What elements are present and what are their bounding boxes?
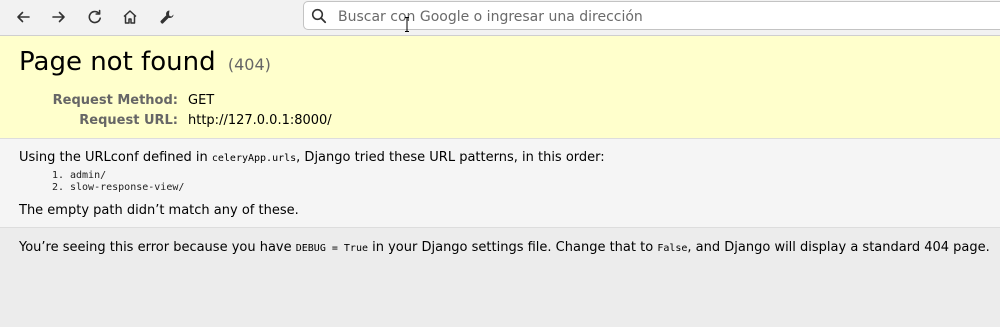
forward-arrow-icon <box>52 11 65 23</box>
text-cursor-icon <box>405 17 409 32</box>
request-method-value: GET <box>188 92 215 108</box>
debug-explanation: You’re seeing this error because you hav… <box>19 240 990 255</box>
wrench-icon <box>160 10 174 24</box>
no-match-message: The empty path didn’t match any of these… <box>19 203 299 218</box>
debug-setting: DEBUG = True <box>295 243 368 254</box>
url-patterns-info: Using the URLconf defined in celeryApp.u… <box>0 139 1000 228</box>
list-item: slow-response-view/ <box>70 182 184 194</box>
request-url-value: http://127.0.0.1:8000/ <box>188 112 332 128</box>
tools-button[interactable] <box>153 4 181 30</box>
home-button[interactable] <box>116 4 144 30</box>
request-method-label: Request Method: <box>52 92 178 108</box>
home-icon <box>123 10 137 24</box>
url-pattern-list: admin/ slow-response-view/ <box>52 170 184 194</box>
search-icon <box>311 8 327 24</box>
error-code: (404) <box>227 55 271 74</box>
error-summary: Page not found (404) Request Method: GET… <box>0 36 1000 139</box>
request-method-row: Request Method: GET <box>0 90 332 110</box>
back-arrow-icon <box>17 11 30 23</box>
reload-button[interactable] <box>81 4 109 30</box>
urlconf-intro: Using the URLconf defined in celeryApp.u… <box>19 150 605 165</box>
request-url-label: Request URL: <box>79 112 178 128</box>
back-button[interactable] <box>9 4 37 30</box>
list-item: admin/ <box>70 170 184 182</box>
forward-button[interactable] <box>45 4 73 30</box>
browser-toolbar <box>0 0 1000 36</box>
request-url-row: Request URL: http://127.0.0.1:8000/ <box>0 110 332 130</box>
address-input[interactable] <box>336 4 940 30</box>
request-meta: Request Method: GET Request URL: http://… <box>0 90 332 130</box>
page-title: Page not found (404) <box>19 47 271 77</box>
reload-icon <box>88 9 101 24</box>
urlconf-name: celeryApp.urls <box>211 153 297 164</box>
false-value: False <box>657 243 688 254</box>
